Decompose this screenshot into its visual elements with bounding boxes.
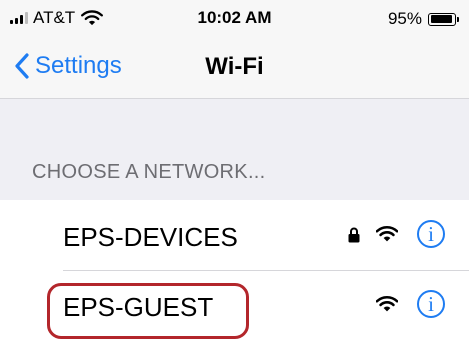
- page-title: Wi-Fi: [205, 53, 264, 80]
- network-name: EPS-DEVICES: [63, 222, 238, 252]
- navigation-bar: Settings Wi-Fi: [0, 36, 469, 99]
- battery-indicator: 95%: [388, 9, 459, 29]
- info-button[interactable]: i: [417, 220, 445, 248]
- wifi-icon: [376, 226, 398, 242]
- network-row-eps-guest[interactable]: EPS-GUEST i: [0, 271, 469, 340]
- info-button[interactable]: i: [417, 290, 445, 318]
- wifi-icon: [376, 296, 398, 312]
- network-name: EPS-GUEST: [63, 292, 214, 322]
- battery-percent: 95%: [387, 9, 422, 28]
- battery-icon: [428, 12, 456, 26]
- status-bar: AT&T 10:02 AM 95%: [0, 0, 469, 36]
- network-row-eps-devices[interactable]: EPS-DEVICES i: [0, 201, 469, 270]
- lock-icon: [348, 227, 360, 243]
- section-header: CHOOSE A NETWORK...: [32, 161, 266, 183]
- section-header-area: CHOOSE A NETWORK...: [0, 99, 469, 200]
